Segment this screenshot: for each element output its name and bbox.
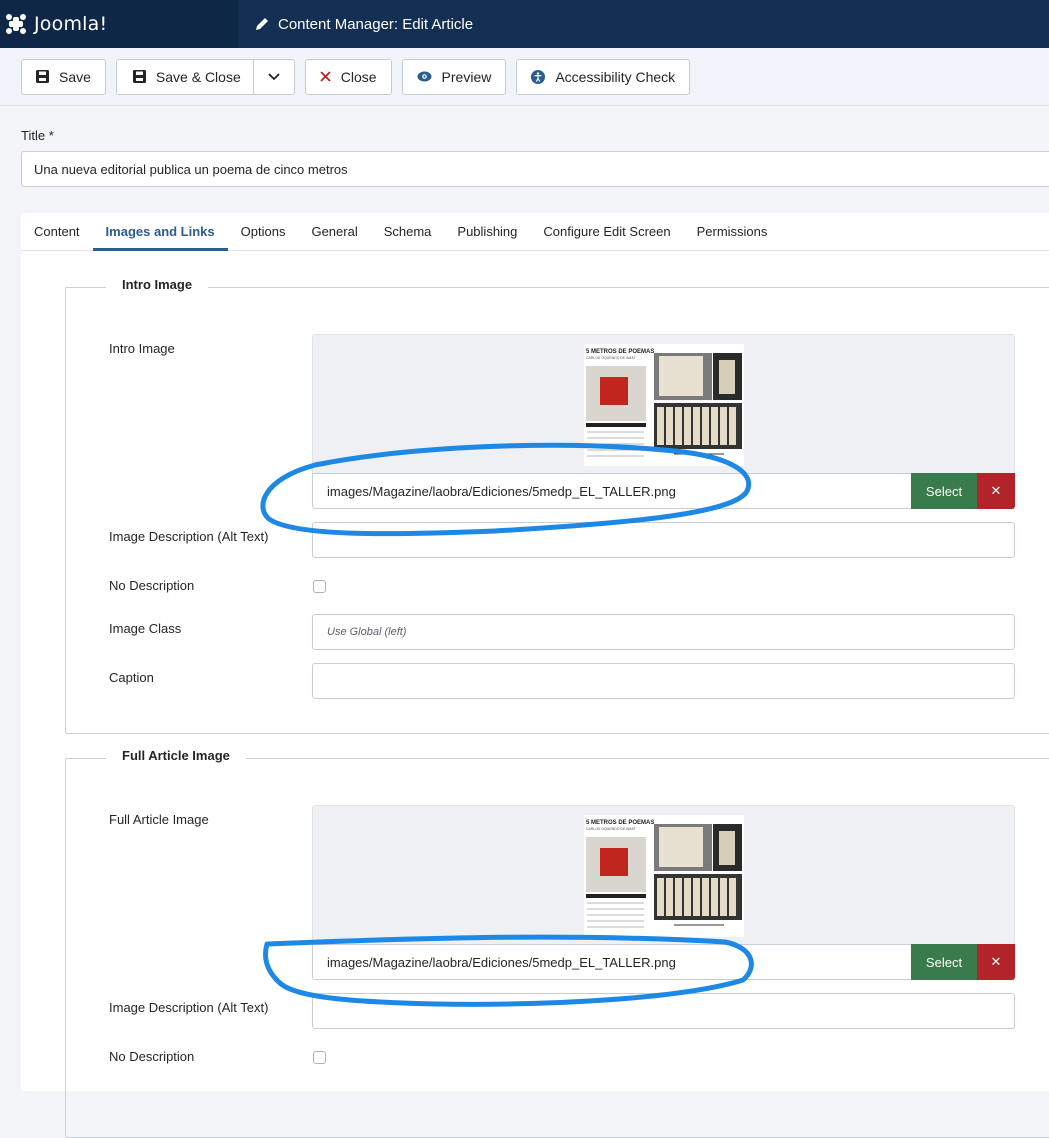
intro-image-select-button[interactable]: Select: [911, 473, 977, 509]
tab-content[interactable]: Content: [21, 213, 93, 250]
close-label: Close: [340, 68, 377, 85]
tab-options[interactable]: Options: [228, 213, 299, 250]
close-button[interactable]: Close: [304, 58, 392, 95]
page-title: Content Manager: Edit Article: [278, 15, 474, 33]
tab-bar: Content Images and Links Options General…: [21, 213, 1049, 251]
thumbnail-heading: 5 METROS DE POEMAS: [586, 820, 654, 826]
preview-label: Preview: [441, 68, 492, 85]
accessibility-check-button[interactable]: Accessibility Check: [516, 58, 691, 95]
intro-no-description-checkbox[interactable]: [313, 580, 326, 593]
tab-images-and-links[interactable]: Images and Links: [92, 213, 228, 251]
accessibility-label: Accessibility Check: [555, 68, 676, 85]
tab-general[interactable]: General: [298, 213, 370, 250]
full-image-preview: 5 METROS DE POEMAS CARLOS OQUENDO DE AMA…: [312, 805, 1015, 945]
close-icon: [320, 71, 331, 82]
pencil-icon: [256, 18, 268, 30]
save-label: Save: [59, 68, 91, 85]
intro-image-thumbnail: 5 METROS DE POEMAS CARLOS OQUENDO DE AMA…: [584, 344, 744, 466]
page-title-bar: Content Manager: Edit Article: [238, 0, 1049, 48]
intro-image-clear-button[interactable]: ✕: [977, 473, 1015, 509]
full-image-path-row: images/Magazine/laobra/Ediciones/5medp_E…: [312, 944, 1015, 980]
title-input[interactable]: Una nueva editorial publica un poema de …: [21, 151, 1049, 187]
joomla-logo[interactable]: Joomla!: [0, 0, 238, 48]
joomla-icon: [6, 14, 26, 34]
images-links-panel: Intro Image Intro Image 5 METROS DE POEM…: [21, 251, 1049, 1138]
thumbnail-subheading: CARLOS OQUENDO DE AMAT: [586, 356, 636, 360]
preview-button[interactable]: Preview: [401, 58, 507, 95]
title-label: Title *: [21, 128, 54, 143]
full-image-label: Full Article Image: [109, 812, 209, 827]
toolbar: Save Save & Close Close Preview Accessib…: [0, 48, 1049, 106]
floppy-icon: [36, 70, 49, 83]
tab-permissions[interactable]: Permissions: [684, 213, 781, 250]
full-alt-input[interactable]: [312, 993, 1015, 1029]
tab-configure-edit-screen[interactable]: Configure Edit Screen: [530, 213, 683, 250]
full-image-select-button[interactable]: Select: [911, 944, 977, 980]
intro-caption-input[interactable]: [312, 663, 1015, 699]
save-close-label: Save & Close: [155, 68, 241, 85]
accessibility-icon: [531, 69, 546, 84]
full-alt-label: Image Description (Alt Text): [109, 1000, 269, 1015]
thumbnail-heading: 5 METROS DE POEMAS: [586, 349, 654, 355]
full-no-description-label: No Description: [109, 1049, 195, 1064]
save-close-group: Save & Close: [115, 58, 295, 95]
intro-image-label: Intro Image: [109, 341, 175, 356]
header: Joomla! Content Manager: Edit Article: [0, 0, 1049, 48]
intro-image-preview: 5 METROS DE POEMAS CARLOS OQUENDO DE AMA…: [312, 334, 1015, 474]
intro-alt-label: Image Description (Alt Text): [109, 529, 269, 544]
full-image-clear-button[interactable]: ✕: [977, 944, 1015, 980]
floppy-icon: [132, 70, 146, 83]
intro-image-class-input[interactable]: Use Global (left): [312, 614, 1015, 650]
intro-image-legend: Intro Image: [106, 277, 209, 292]
intro-no-description-label: No Description: [109, 578, 195, 593]
brand-name: Joomla!: [34, 13, 108, 35]
save-options-dropdown[interactable]: [254, 60, 294, 94]
intro-caption-label: Caption: [109, 670, 154, 685]
intro-image-path-input[interactable]: images/Magazine/laobra/Ediciones/5medp_E…: [312, 473, 911, 509]
intro-image-path-value: images/Magazine/laobra/Ediciones/5medp_E…: [327, 483, 676, 499]
thumbnail-subheading: CARLOS OQUENDO DE AMAT: [586, 827, 636, 831]
tab-publishing[interactable]: Publishing: [444, 213, 530, 250]
full-image-thumbnail: 5 METROS DE POEMAS CARLOS OQUENDO DE AMA…: [584, 815, 744, 937]
full-no-description-checkbox[interactable]: [313, 1051, 326, 1064]
intro-image-class-placeholder: Use Global (left): [327, 626, 407, 638]
full-image-path-value: images/Magazine/laobra/Ediciones/5medp_E…: [327, 954, 676, 970]
chevron-down-icon: [268, 72, 280, 80]
title-value: Una nueva editorial publica un poema de …: [34, 161, 348, 177]
intro-image-class-label: Image Class: [109, 621, 182, 636]
full-image-legend: Full Article Image: [106, 748, 246, 763]
intro-image-path-row: images/Magazine/laobra/Ediciones/5medp_E…: [312, 473, 1015, 509]
save-button[interactable]: Save: [21, 58, 106, 95]
save-close-button[interactable]: Save & Close: [117, 59, 254, 94]
eye-icon: [417, 71, 432, 82]
intro-alt-input[interactable]: [312, 522, 1015, 558]
full-image-path-input[interactable]: images/Magazine/laobra/Ediciones/5medp_E…: [312, 944, 911, 980]
tab-schema[interactable]: Schema: [371, 213, 445, 250]
